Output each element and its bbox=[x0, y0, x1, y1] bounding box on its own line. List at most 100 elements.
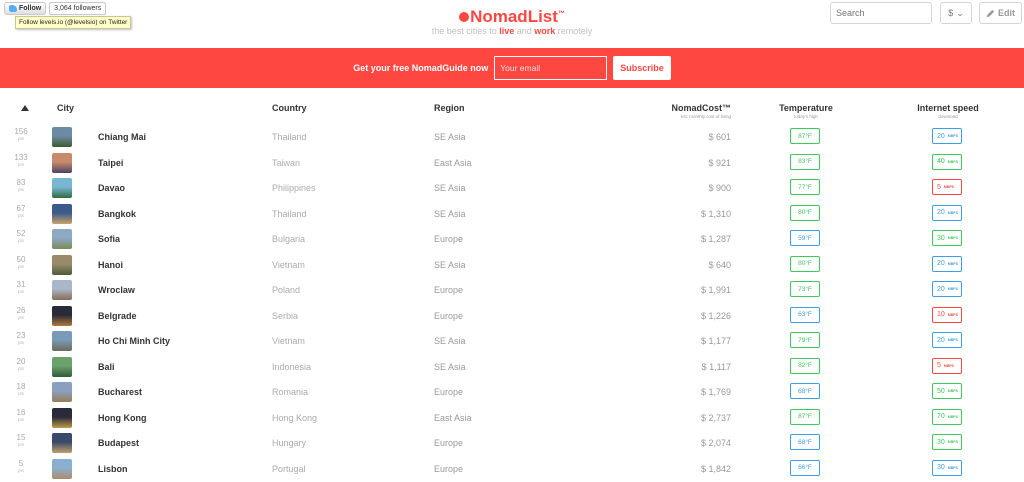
city-photo[interactable] bbox=[52, 178, 72, 198]
speed-unit: MBPS bbox=[947, 440, 958, 444]
city-name[interactable]: Bali bbox=[98, 362, 115, 372]
column-country[interactable]: Country bbox=[272, 103, 307, 113]
rank-unit: pts bbox=[17, 365, 24, 371]
nomad-cost: $ 2,074 bbox=[700, 438, 731, 448]
city-name[interactable]: Chiang Mai bbox=[98, 132, 146, 142]
subscribe-button[interactable]: Subscribe bbox=[613, 56, 671, 80]
city-photo[interactable] bbox=[52, 152, 72, 173]
speed-value: 20 bbox=[937, 285, 945, 293]
country-name: Philippines bbox=[272, 183, 316, 193]
city-name[interactable]: Hanoi bbox=[98, 260, 123, 270]
internet-speed-badge: 20 MBPS bbox=[932, 332, 962, 348]
table-row[interactable]: 133 pts Taipei Taiwan East Asia $ 921 83°F 40 MB… bbox=[0, 152, 1024, 176]
temperature-badge: 73°F bbox=[790, 281, 820, 297]
search-input[interactable] bbox=[830, 2, 932, 24]
table-row[interactable]: 18 pts Bucharest Romania Europe $ 1,769 68°F 50… bbox=[0, 381, 1024, 405]
speed-unit: MBPS bbox=[943, 363, 955, 368]
rank-score: 18 pts bbox=[10, 382, 32, 397]
table-header: City Country Region NomadCost™ est. mont… bbox=[0, 102, 1024, 124]
city-photo[interactable] bbox=[52, 254, 72, 275]
currency-select[interactable]: $ ⌄ bbox=[940, 2, 972, 24]
region-name: East Asia bbox=[434, 157, 472, 168]
rank-score: 16 pts bbox=[10, 408, 32, 423]
city-name[interactable]: Budapest bbox=[98, 438, 139, 448]
city-name[interactable]: Hong Kong bbox=[98, 413, 147, 423]
city-name[interactable]: Wroclaw bbox=[98, 285, 135, 295]
column-internet-speed[interactable]: Internet speed download bbox=[912, 103, 984, 119]
speed-unit: MBPS bbox=[947, 389, 958, 393]
rank-score: 23 pts bbox=[10, 331, 32, 346]
city-name[interactable]: Bangkok bbox=[98, 209, 136, 219]
city-name[interactable]: Bucharest bbox=[98, 387, 142, 397]
rank-value: 156 bbox=[14, 127, 28, 136]
speed-value: 20 bbox=[937, 132, 945, 140]
country-name: Hungary bbox=[272, 438, 307, 448]
city-photo[interactable] bbox=[52, 203, 72, 224]
email-input[interactable]: Your email bbox=[494, 56, 608, 80]
city-name[interactable]: Sofia bbox=[98, 234, 120, 244]
city-photo[interactable] bbox=[52, 229, 72, 249]
table-row[interactable]: 23 pts Ho Chi Minh City Vietnam SE Asia $ 1,1… bbox=[0, 330, 1024, 354]
city-photo[interactable] bbox=[52, 280, 72, 300]
city-photo[interactable] bbox=[52, 127, 72, 147]
country-name: Vietnam bbox=[272, 336, 305, 346]
temperature-badge: 80°F bbox=[790, 255, 820, 272]
city-photo[interactable] bbox=[52, 458, 72, 479]
city-photo[interactable] bbox=[52, 305, 72, 326]
city-photo[interactable] bbox=[52, 356, 72, 377]
table-row[interactable]: 20 pts Bali Indonesia SE Asia $ 1,117 82°F 5 MBP… bbox=[0, 356, 1024, 380]
city-photo[interactable] bbox=[52, 407, 72, 428]
region-name: SE Asia bbox=[434, 208, 466, 219]
city-name[interactable]: Davao bbox=[98, 183, 125, 193]
column-temperature-sub: today's high bbox=[794, 114, 818, 119]
table-row[interactable]: 156 pts Chiang Mai Thailand SE Asia $ 601 87°F… bbox=[0, 126, 1024, 150]
speed-value: 20 bbox=[937, 209, 945, 216]
rank-score: 52 pts bbox=[10, 229, 32, 244]
rank-value: 67 bbox=[16, 203, 26, 213]
column-temperature[interactable]: Temperature today's high bbox=[776, 103, 836, 119]
column-nomadcost[interactable]: NomadCost™ est. monthly cost of living bbox=[671, 103, 731, 119]
table-row[interactable]: 15 pts Budapest Hungary Europe $ 2,074 68°F 30 M… bbox=[0, 432, 1024, 456]
sort-arrow-icon[interactable] bbox=[21, 105, 29, 111]
city-photo[interactable] bbox=[52, 382, 72, 402]
table-row[interactable]: 52 pts Sofia Bulgaria Europe $ 1,287 59°F 30 MBP… bbox=[0, 228, 1024, 252]
speed-unit: MBPS bbox=[947, 236, 958, 240]
rank-value: 26 bbox=[16, 305, 26, 315]
speed-unit: MBPS bbox=[947, 210, 958, 215]
email-placeholder: Your email bbox=[500, 63, 541, 73]
rank-score: 31 pts bbox=[10, 280, 32, 295]
rank-unit: pts bbox=[17, 212, 24, 218]
city-photo[interactable] bbox=[52, 331, 72, 351]
city-name[interactable]: Ho Chi Minh City bbox=[98, 336, 170, 346]
table-row[interactable]: 83 pts Davao Philippines SE Asia $ 900 77°F 5 MB… bbox=[0, 177, 1024, 201]
speed-unit: MBPS bbox=[947, 312, 958, 317]
table-row[interactable]: 26 pts Belgrade Serbia Europe $ 1,226 63°F 10 MB… bbox=[0, 305, 1024, 329]
speed-unit: MBPS bbox=[947, 465, 958, 470]
city-photo[interactable] bbox=[52, 433, 72, 453]
speed-unit: MBPS bbox=[947, 261, 958, 266]
table-row[interactable]: 31 pts Wroclaw Poland Europe $ 1,991 73°F 20 MBP… bbox=[0, 279, 1024, 303]
speed-unit: MBPS bbox=[947, 414, 958, 419]
city-name[interactable]: Lisbon bbox=[98, 464, 128, 474]
table-row[interactable]: 16 pts Hong Kong Hong Kong East Asia $ 2,737 8… bbox=[0, 407, 1024, 431]
nomad-cost: $ 1,310 bbox=[700, 208, 731, 219]
rank-score: 50 pts bbox=[10, 255, 32, 270]
table-row[interactable]: 5 pts Lisbon Portugal Europe $ 1,842 66°F 30 MBP… bbox=[0, 458, 1024, 482]
speed-value: 30 bbox=[937, 438, 945, 446]
temperature-badge: 63°F bbox=[790, 306, 820, 323]
temperature-badge: 79°F bbox=[790, 332, 820, 348]
region-name: Europe bbox=[434, 438, 464, 448]
city-name[interactable]: Belgrade bbox=[98, 311, 137, 321]
city-name[interactable]: Taipei bbox=[98, 158, 123, 168]
temperature-badge: 87°F bbox=[790, 128, 820, 144]
region-name: Europe bbox=[434, 310, 464, 321]
rank-unit: pts bbox=[17, 238, 24, 243]
edit-button[interactable]: Edit bbox=[979, 2, 1022, 24]
nomad-cost: $ 921 bbox=[708, 157, 731, 168]
internet-speed-badge: 20 MBPS bbox=[932, 204, 962, 221]
internet-speed-badge: 5 MBPS bbox=[932, 357, 962, 374]
table-row[interactable]: 50 pts Hanoi Vietnam SE Asia $ 640 80°F 20 MBPS bbox=[0, 254, 1024, 278]
table-row[interactable]: 67 pts Bangkok Thailand SE Asia $ 1,310 80°F 20… bbox=[0, 203, 1024, 227]
column-region[interactable]: Region bbox=[434, 103, 465, 113]
column-city[interactable]: City bbox=[57, 103, 74, 113]
